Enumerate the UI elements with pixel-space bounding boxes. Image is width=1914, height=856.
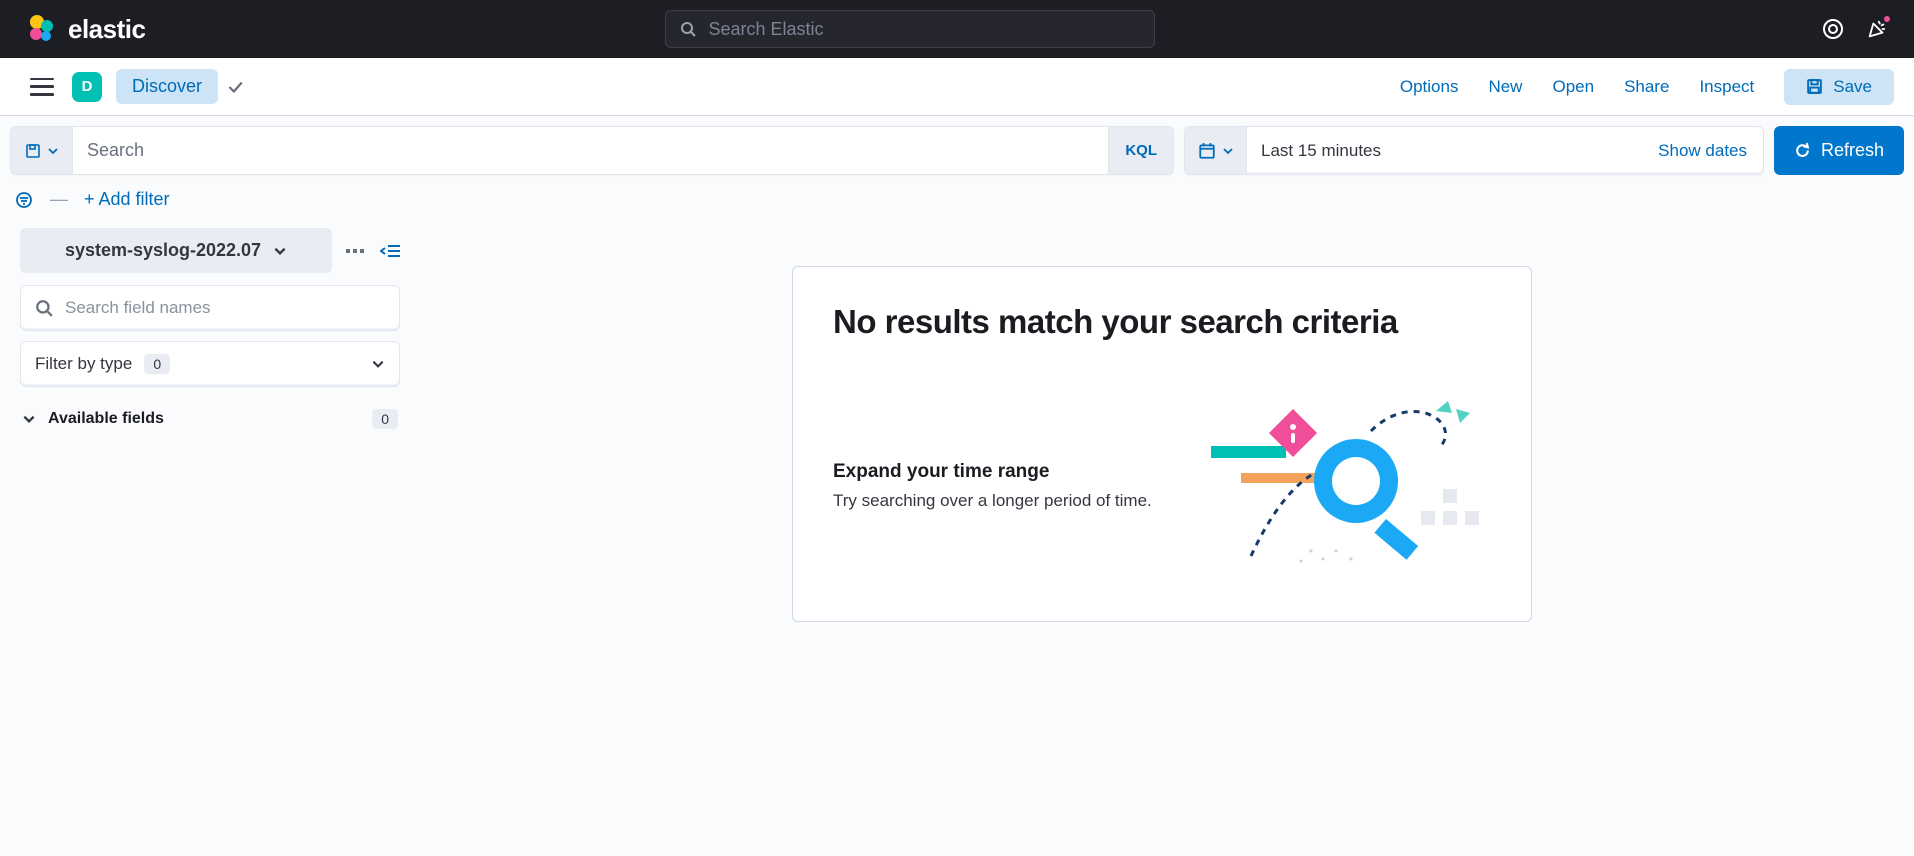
new-link[interactable]: New	[1488, 77, 1522, 97]
refresh-icon	[1794, 142, 1811, 159]
show-dates-link[interactable]: Show dates	[1642, 127, 1763, 174]
save-button-label: Save	[1833, 77, 1872, 97]
filter-bar: — + Add filter	[0, 175, 1914, 220]
header-right-icons	[1822, 18, 1898, 40]
field-search-box[interactable]	[20, 285, 400, 331]
time-range-label[interactable]: Last 15 minutes	[1247, 127, 1642, 174]
help-button[interactable]	[1822, 18, 1844, 40]
open-link[interactable]: Open	[1552, 77, 1594, 97]
chevron-down-icon	[22, 412, 36, 426]
results-area: No results match your search criteria Ex…	[420, 228, 1904, 622]
no-results-description: Try searching over a longer period of ti…	[833, 491, 1152, 511]
available-fields-label: Available fields	[48, 410, 360, 428]
calendar-icon	[1198, 142, 1216, 160]
share-link[interactable]: Share	[1624, 77, 1669, 97]
inspect-link[interactable]: Inspect	[1699, 77, 1754, 97]
time-picker-button[interactable]	[1185, 127, 1247, 174]
no-results-illustration-icon	[1211, 391, 1491, 581]
filter-by-type-label: Filter by type	[35, 354, 132, 374]
collapse-sidebar-icon[interactable]	[380, 243, 400, 259]
data-view-options-icon[interactable]	[346, 246, 366, 256]
app-actions: Options New Open Share Inspect Save	[1400, 69, 1894, 105]
query-input-box: KQL	[10, 126, 1174, 175]
check-icon	[226, 78, 244, 96]
filter-by-type-selector[interactable]: Filter by type 0	[20, 341, 400, 387]
elastic-logo-icon	[26, 14, 56, 44]
chevron-down-icon	[47, 145, 59, 157]
global-search-box[interactable]	[665, 10, 1155, 48]
global-header: elastic	[0, 0, 1914, 58]
main-body: system-syslog-2022.07 Filter by type 0 A…	[0, 220, 1914, 642]
query-lang-button[interactable]: KQL	[1108, 127, 1173, 174]
available-fields-count-badge: 0	[372, 409, 398, 429]
chevron-down-icon	[371, 357, 385, 371]
search-icon	[680, 21, 696, 37]
app-header: D Discover Options New Open Share Inspec…	[0, 58, 1914, 116]
query-input[interactable]	[73, 127, 1108, 174]
fields-sidebar: system-syslog-2022.07 Filter by type 0 A…	[20, 228, 400, 622]
available-fields-toggle[interactable]: Available fields 0	[20, 405, 400, 433]
brand-logo[interactable]: elastic	[26, 14, 145, 45]
notification-dot-icon	[1882, 14, 1892, 24]
refresh-button[interactable]: Refresh	[1774, 126, 1904, 175]
lifebuoy-icon	[1822, 18, 1844, 40]
filter-menu-icon[interactable]	[14, 190, 34, 210]
disk-icon	[25, 143, 41, 159]
options-link[interactable]: Options	[1400, 77, 1459, 97]
chevron-down-icon	[1222, 145, 1234, 157]
global-search-input[interactable]	[708, 19, 1140, 40]
no-results-title: No results match your search criteria	[833, 303, 1491, 341]
refresh-button-label: Refresh	[1821, 140, 1884, 161]
news-button[interactable]	[1866, 18, 1888, 40]
search-icon	[35, 299, 53, 317]
chevron-down-icon	[273, 244, 287, 258]
app-name-pill[interactable]: Discover	[116, 69, 218, 104]
space-selector[interactable]: D	[72, 72, 102, 102]
index-pattern-selector[interactable]: system-syslog-2022.07	[20, 228, 332, 273]
no-results-subtitle: Expand your time range	[833, 461, 1152, 483]
index-pattern-label: system-syslog-2022.07	[65, 240, 261, 261]
time-picker: Last 15 minutes Show dates	[1184, 126, 1764, 175]
nav-toggle-button[interactable]	[30, 78, 54, 96]
query-bar: KQL Last 15 minutes Show dates Refresh	[0, 116, 1914, 175]
save-icon	[1806, 78, 1823, 95]
no-results-panel: No results match your search criteria Ex…	[792, 266, 1532, 622]
saved-query-button[interactable]	[11, 127, 73, 174]
filter-type-count-badge: 0	[144, 354, 170, 374]
index-pattern-row: system-syslog-2022.07	[20, 228, 400, 273]
add-filter-button[interactable]: + Add filter	[84, 189, 170, 210]
filter-separator: —	[50, 189, 68, 210]
brand-name: elastic	[68, 14, 145, 45]
save-button[interactable]: Save	[1784, 69, 1894, 105]
field-search-input[interactable]	[65, 298, 385, 318]
